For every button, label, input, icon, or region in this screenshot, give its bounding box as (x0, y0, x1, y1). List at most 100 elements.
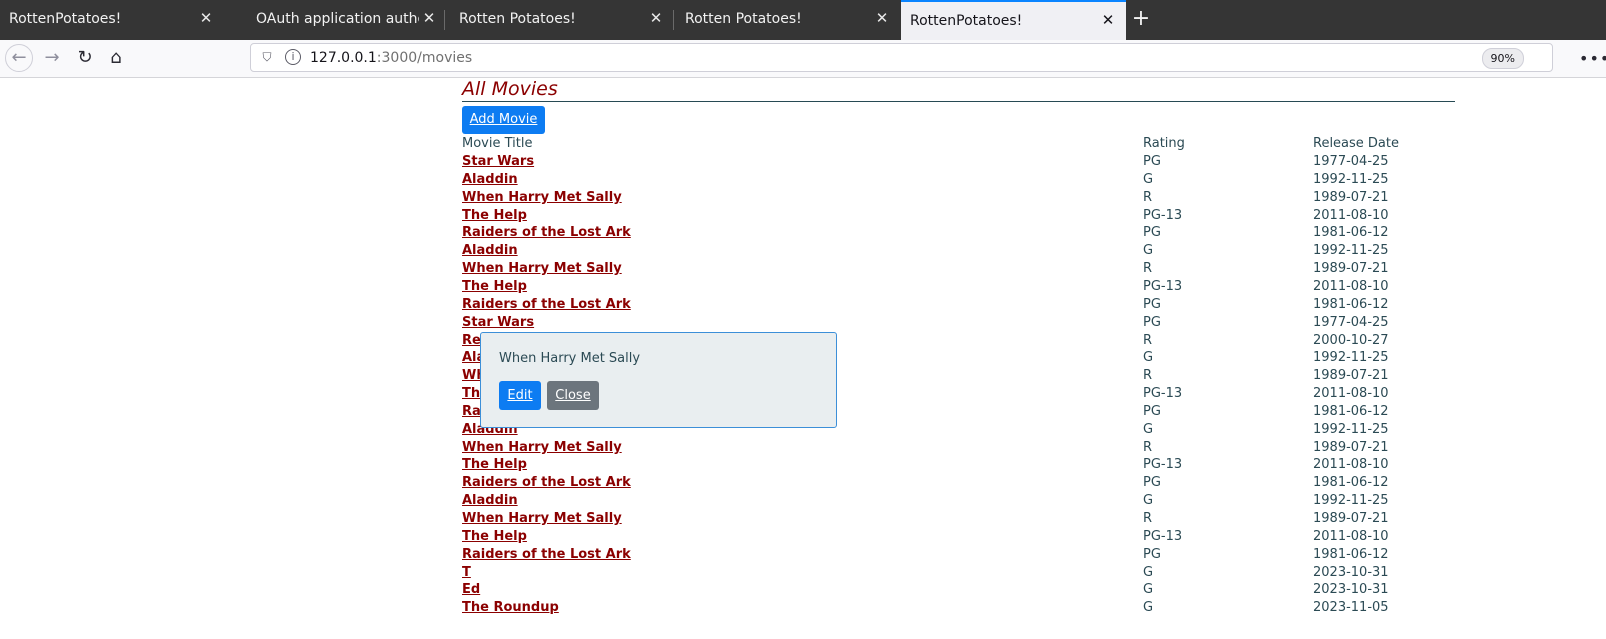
info-icon[interactable]: i (285, 49, 301, 65)
tab-close-icon[interactable]: ✕ (1099, 11, 1117, 29)
url-host: 127.0.0.1 (310, 50, 377, 66)
movie-title-link[interactable]: The Help (462, 279, 527, 294)
movie-rating: R (1143, 189, 1153, 205)
shield-icon[interactable]: ⛉ (259, 49, 275, 65)
url-bar[interactable]: ⛉ i 127.0.0.1:3000/movies 90% (250, 43, 1553, 72)
movie-title-link[interactable]: Aladdin (462, 243, 518, 258)
movie-title-link[interactable]: When Harry Met Sally (462, 440, 622, 455)
tab-label: Rotten Potatoes! (685, 11, 802, 27)
movie-title-link[interactable]: Raiders of the Lost Ark (462, 475, 631, 490)
tab-label: RottenPotatoes! (9, 11, 122, 27)
movie-rating: G (1143, 564, 1154, 580)
movie-release-date: 1989-07-21 (1313, 261, 1389, 277)
movie-release-date: 1981-06-12 (1313, 475, 1389, 491)
table-row: Raiders of the Lost Ark PG 1981-06-12 (0, 547, 1606, 565)
tab-separator (673, 10, 674, 30)
url-path: :3000/movies (376, 50, 473, 66)
movie-title-link[interactable]: The Help (462, 529, 527, 544)
tab-close-icon[interactable]: ✕ (647, 9, 665, 27)
movie-rating: PG (1143, 296, 1161, 312)
tab-strip: RottenPotatoes! ✕ OAuth application auth… (0, 0, 1606, 40)
zoom-badge[interactable]: 90% (1481, 48, 1524, 69)
tab-separator (444, 10, 445, 30)
table-row: The Help PG-13 2011-08-10 (0, 279, 1606, 297)
movie-title-link[interactable]: The Help (462, 208, 527, 223)
movie-rating: PG (1143, 546, 1161, 562)
tab-2[interactable]: OAuth application autho ✕ (247, 0, 445, 40)
movie-rating: R (1143, 511, 1153, 526)
movie-rating: PG-13 (1143, 457, 1183, 473)
movie-release-date: 1989-07-21 (1313, 511, 1389, 526)
table-row: T G 2023-10-31 (0, 565, 1606, 583)
movie-title-link[interactable]: Raiders of the Lost Ark (462, 225, 631, 240)
table-row: Aladdin G 1992-11-25 (0, 243, 1606, 261)
movie-title-link[interactable]: When Harry Met Sally (462, 261, 622, 276)
movie-rating: G (1143, 171, 1154, 187)
movie-release-date: 1989-07-21 (1313, 368, 1389, 384)
movie-release-date: 1992-11-25 (1313, 421, 1389, 437)
movie-release-date: 1992-11-25 (1313, 171, 1389, 187)
home-icon[interactable]: ⌂ (102, 44, 130, 72)
tab-close-icon[interactable]: ✕ (197, 9, 215, 27)
movie-title-link[interactable]: The Help (462, 457, 527, 472)
movie-release-date: 2011-08-10 (1313, 278, 1389, 294)
url-text[interactable]: 127.0.0.1:3000/movies (310, 50, 472, 66)
table-row: When Harry Met Sally R 1989-07-21 (0, 511, 1606, 529)
movie-release-date: 1981-06-12 (1313, 403, 1389, 419)
movie-title-link[interactable]: Raiders of the Lost Ark (462, 297, 631, 312)
tab-close-icon[interactable]: ✕ (420, 9, 438, 27)
edit-button[interactable]: Edit (499, 381, 541, 410)
movie-title-link[interactable]: Aladdin (462, 172, 518, 187)
movie-release-date: 1981-06-12 (1313, 225, 1389, 241)
page-title: All Movies (462, 78, 1455, 102)
tab-3[interactable]: Rotten Potatoes! ✕ (450, 0, 674, 40)
menu-icon[interactable]: ••• (1579, 49, 1606, 68)
table-row: Raiders of the Lost Ark PG 1981-06-12 (0, 297, 1606, 315)
tab-close-icon[interactable]: ✕ (873, 9, 891, 27)
movie-rating: PG-13 (1143, 278, 1183, 294)
new-tab-icon[interactable]: + (1129, 7, 1153, 31)
movie-rating: PG (1143, 314, 1161, 330)
tab-4[interactable]: Rotten Potatoes! ✕ (676, 0, 900, 40)
movie-rating: PG-13 (1143, 207, 1183, 223)
movie-title-link[interactable]: When Harry Met Sally (462, 190, 622, 205)
movie-title-link[interactable]: T (462, 565, 471, 580)
movie-release-date: 1977-04-25 (1313, 154, 1389, 169)
movie-release-date: 2011-08-10 (1313, 528, 1389, 544)
forward-icon[interactable]: → (38, 44, 66, 72)
movie-rating: G (1143, 350, 1154, 366)
movie-title-link[interactable]: Star Wars (462, 154, 534, 169)
movie-release-date: 2023-11-05 (1313, 600, 1389, 616)
table-row: Aladdin G 1992-11-25 (0, 493, 1606, 511)
movie-rating: G (1143, 243, 1154, 259)
tab-label: Rotten Potatoes! (459, 11, 576, 27)
movie-popup: When Harry Met Sally Edit Close (480, 332, 837, 428)
movie-release-date: 2011-08-10 (1313, 207, 1389, 223)
movie-release-date: 2011-08-10 (1313, 386, 1389, 402)
tab-5-active[interactable]: RottenPotatoes! ✕ (901, 0, 1126, 40)
column-header-title: Movie Title (462, 136, 533, 151)
column-header-rating: Rating (1143, 136, 1185, 151)
movie-title-link[interactable]: When Harry Met Sally (462, 511, 622, 526)
close-button[interactable]: Close (547, 381, 599, 410)
back-icon[interactable]: ← (5, 44, 33, 72)
movie-release-date: 1989-07-21 (1313, 189, 1389, 205)
add-movie-button[interactable]: Add Movie (462, 106, 545, 134)
movie-title-link[interactable]: Ed (462, 582, 480, 597)
movie-title-link[interactable]: Star Wars (462, 315, 534, 330)
movie-rating: PG (1143, 154, 1161, 169)
tab-1[interactable]: RottenPotatoes! ✕ (0, 0, 222, 40)
movie-release-date: 1992-11-25 (1313, 243, 1389, 259)
movie-title-link[interactable]: Aladdin (462, 493, 518, 508)
page-content: All Movies Add Movie Movie Title Rating … (0, 78, 1606, 639)
movie-title-link[interactable]: Raiders of the Lost Ark (462, 547, 631, 562)
movie-rating: R (1143, 332, 1153, 348)
movie-title-link[interactable]: The Roundup (462, 600, 559, 615)
movie-rating: PG-13 (1143, 386, 1183, 402)
tab-label: OAuth application autho (256, 11, 419, 27)
reload-icon[interactable]: ↻ (71, 44, 99, 72)
movie-rating: PG (1143, 475, 1161, 491)
table-row: The Help PG-13 2011-08-10 (0, 208, 1606, 226)
movie-rating: R (1143, 261, 1153, 277)
movie-rating: G (1143, 600, 1154, 616)
